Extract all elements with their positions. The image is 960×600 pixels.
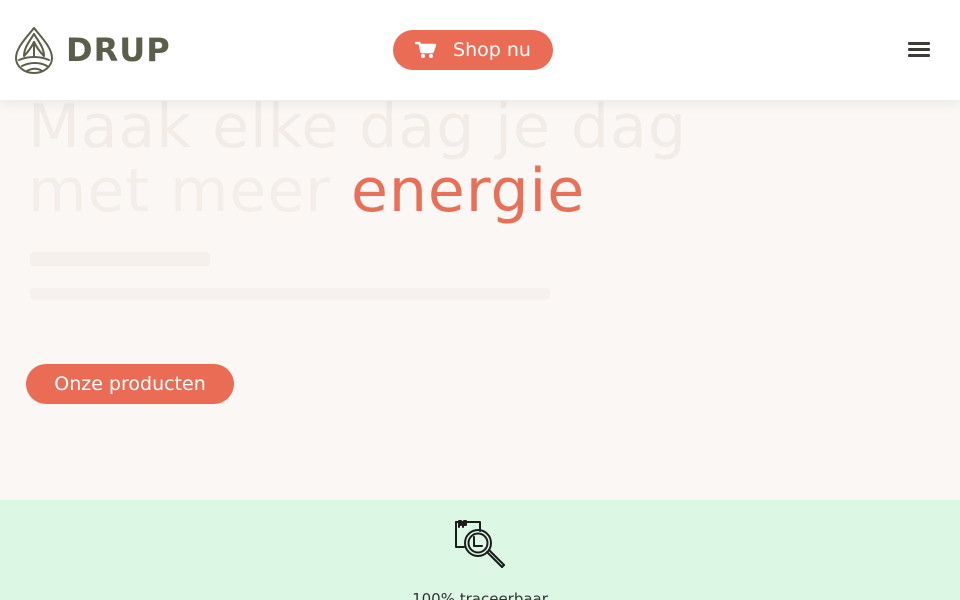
- products-button[interactable]: Onze producten: [26, 364, 234, 404]
- feature-label: 100% traceerbaar: [412, 590, 548, 600]
- shop-now-button[interactable]: Shop nu: [393, 30, 553, 70]
- hamburger-icon[interactable]: [908, 42, 930, 58]
- shop-now-label: Shop nu: [453, 39, 531, 61]
- site-header: DRUP Shop nu: [0, 0, 960, 100]
- hero-headline-line1: Maak elke dag je dag: [28, 92, 687, 162]
- traceability-search-icon: [455, 520, 505, 568]
- cart-icon: [415, 41, 437, 58]
- hero-subtext-placeholder: [30, 252, 210, 266]
- hero-headline-prefix: met meer: [28, 156, 351, 226]
- hero-headline-line2: met meer energie: [28, 156, 585, 226]
- hero-headline-accent: energie: [350, 156, 586, 226]
- logo-text: DRUP: [66, 31, 171, 69]
- leaf-drop-icon: [15, 27, 53, 74]
- logo[interactable]: DRUP: [14, 26, 171, 74]
- hero-subtext-placeholder-2: [30, 288, 550, 300]
